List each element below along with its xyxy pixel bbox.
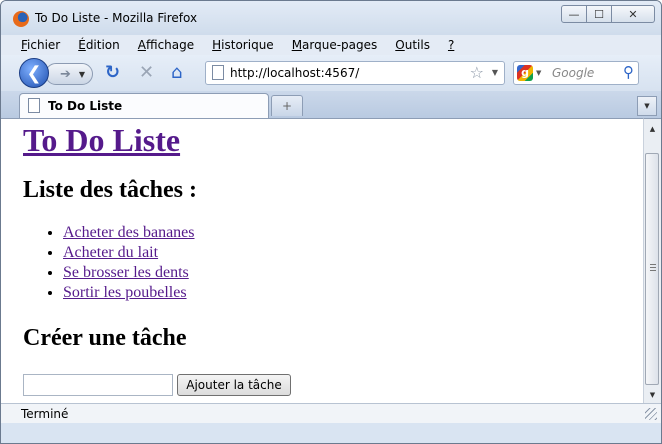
list-item: Acheter des bananes — [63, 223, 195, 243]
new-tab-button[interactable]: + — [271, 95, 303, 116]
menu-help[interactable]: ? — [448, 38, 454, 52]
tab-to-do-liste[interactable]: To Do Liste — [19, 93, 269, 118]
grip-icon — [650, 264, 656, 272]
reload-icon[interactable]: ↻ — [105, 63, 120, 83]
resize-grip-icon[interactable] — [645, 408, 657, 420]
menu-outils[interactable]: Outils — [395, 38, 430, 52]
page-icon — [212, 65, 224, 80]
firefox-logo-icon — [13, 11, 29, 27]
page-title-link[interactable]: To Do Liste — [23, 122, 180, 158]
back-button[interactable]: ❮ — [19, 58, 49, 88]
task-name-input[interactable] — [23, 374, 173, 396]
page-icon — [28, 98, 40, 113]
page-title: To Do Liste — [23, 122, 180, 159]
scroll-down-icon[interactable]: ▼ — [644, 387, 661, 403]
task-link[interactable]: Acheter des bananes — [63, 224, 195, 241]
task-link[interactable]: Acheter du lait — [63, 244, 158, 261]
navigation-toolbar: ➔ ▼ ❮ ↻ ✕ ⌂ http://localhost:4567/ ☆ ▼ g… — [1, 55, 661, 91]
list-item: Acheter du lait — [63, 243, 195, 263]
browser-window: To Do Liste - Mozilla Firefox — ☐ ✕ Fich… — [0, 0, 662, 444]
menu-fichier[interactable]: Fichier — [21, 38, 60, 52]
task-link[interactable]: Se brosser les dents — [63, 264, 189, 281]
forward-button[interactable]: ➔ ▼ — [45, 63, 93, 85]
history-dropdown-icon[interactable]: ▼ — [79, 70, 85, 79]
menu-edition[interactable]: Édition — [78, 38, 120, 52]
scroll-thumb[interactable] — [645, 153, 659, 385]
vertical-scrollbar[interactable]: ▲ ▼ — [643, 118, 661, 403]
home-icon[interactable]: ⌂ — [171, 63, 182, 83]
minimize-button[interactable]: — — [561, 5, 587, 23]
task-list: Acheter des bananes Acheter du lait Se b… — [23, 223, 195, 303]
bookmark-star-icon[interactable]: ☆ — [470, 63, 484, 82]
menu-marque-pages[interactable]: Marque-pages — [292, 38, 378, 52]
tab-list-button[interactable]: ▼ — [637, 96, 657, 116]
url-dropdown-icon[interactable]: ▼ — [492, 68, 498, 77]
window-title: To Do Liste - Mozilla Firefox — [35, 11, 198, 25]
tasks-heading: Liste des tâches : — [23, 177, 197, 203]
create-heading: Créer une tâche — [23, 325, 187, 351]
google-icon[interactable]: g — [517, 65, 533, 81]
stop-icon[interactable]: ✕ — [139, 63, 154, 83]
status-bar: Terminé — [1, 403, 661, 423]
add-task-button[interactable]: Ajouter la tâche — [177, 374, 291, 396]
forward-arrow-icon: ➔ — [60, 66, 71, 82]
menu-affichage[interactable]: Affichage — [138, 38, 194, 52]
address-bar[interactable]: http://localhost:4567/ ☆ ▼ — [205, 61, 505, 85]
list-item: Sortir les poubelles — [63, 283, 195, 303]
status-text: Terminé — [21, 407, 69, 421]
window-controls: — ☐ ✕ — [561, 5, 655, 23]
menu-bar: Fichier Édition Affichage Historique Mar… — [1, 35, 661, 55]
menu-historique[interactable]: Historique — [212, 38, 274, 52]
search-engine-dropdown-icon[interactable]: ▼ — [536, 69, 541, 77]
search-input[interactable]: Google — [552, 66, 594, 80]
search-icon[interactable]: ⚲ — [623, 63, 634, 81]
maximize-button[interactable]: ☐ — [587, 5, 612, 23]
close-button[interactable]: ✕ — [612, 5, 655, 23]
title-bar: To Do Liste - Mozilla Firefox — ☐ ✕ — [1, 1, 661, 35]
page-content: To Do Liste Liste des tâches : Acheter d… — [1, 118, 643, 404]
search-bar[interactable]: g ▼ Google ⚲ — [513, 61, 639, 85]
list-item: Se brosser les dents — [63, 263, 195, 283]
scroll-up-icon[interactable]: ▲ — [644, 121, 661, 137]
tab-strip: To Do Liste + ▼ — [1, 91, 661, 118]
url-text[interactable]: http://localhost:4567/ — [230, 66, 359, 80]
tab-label: To Do Liste — [48, 99, 123, 113]
back-arrow-icon: ❮ — [26, 62, 42, 84]
task-link[interactable]: Sortir les poubelles — [63, 284, 187, 301]
